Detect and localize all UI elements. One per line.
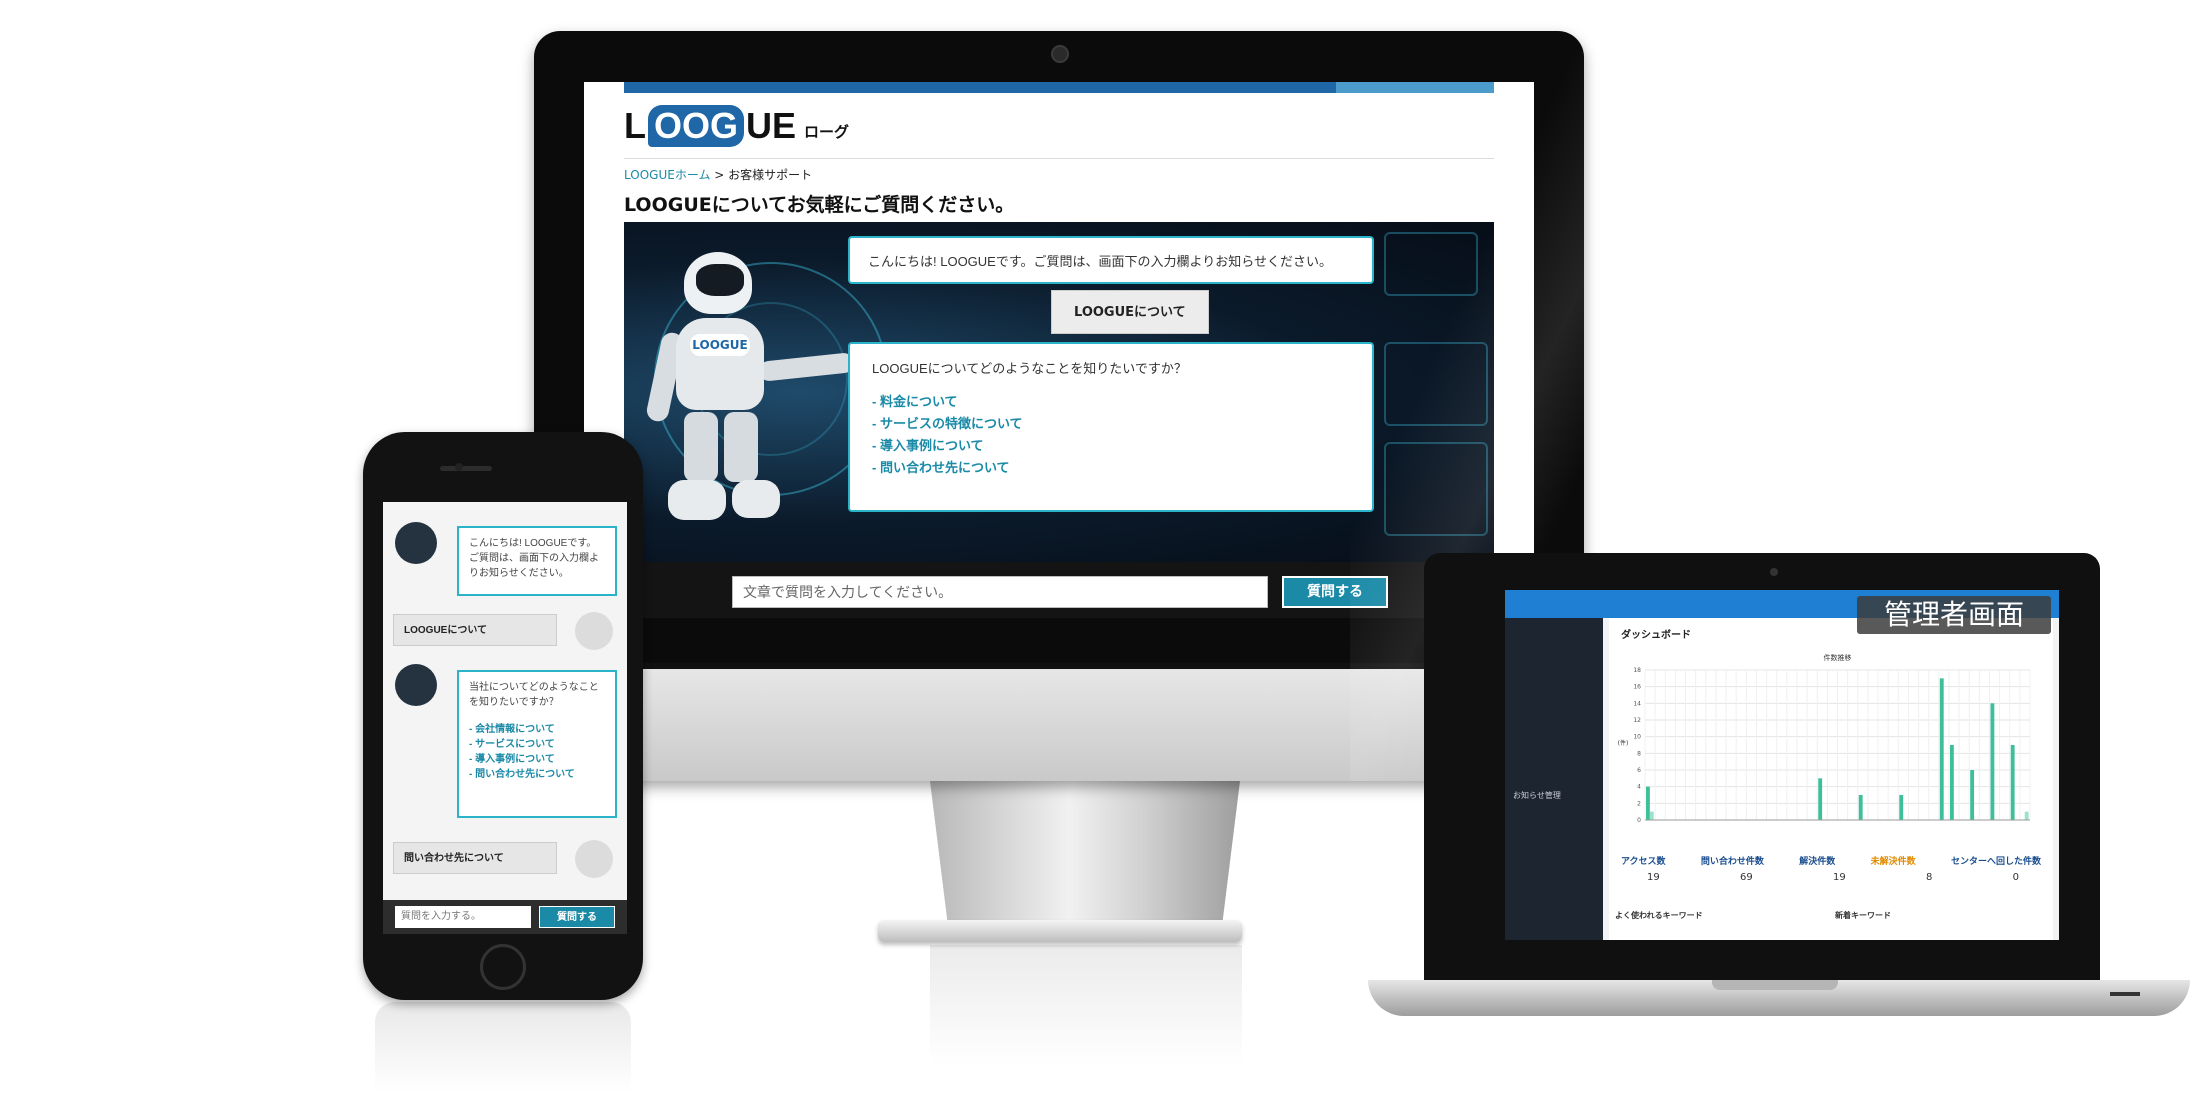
admin-screen-badge: 管理者画面 [1857, 596, 2051, 634]
chart-bar [1818, 778, 1823, 820]
chart-y-tick: 14 [1633, 700, 1641, 707]
user-avatar [575, 612, 613, 650]
chart-y-tick: 0 [1637, 817, 1641, 824]
bot-message: こんにちは! LOOGUEです。ご質問は、画面下の入力欄よりお知らせください。 [848, 236, 1374, 284]
dashboard-title: ダッシュボード [1621, 630, 1691, 641]
phone-user-message: 問い合わせ先について [393, 842, 557, 874]
robot-leg [684, 412, 718, 482]
robot-leg [724, 412, 758, 482]
breadcrumb: LOOGUEホーム > お客様サポート [624, 166, 812, 183]
stat-value-escalated: 0 [2012, 872, 2019, 883]
breadcrumb-home-link[interactable]: LOOGUEホーム [624, 168, 710, 182]
logo-highlight: OOG [648, 105, 745, 147]
phone-option-cases[interactable]: - 導入事例について [469, 752, 605, 767]
logo-subtitle: ローグ [804, 123, 850, 141]
admin-bar-chart: 件数推移 (件) 0 2 4 6 8 10 12 14 16 18 [1618, 653, 2031, 824]
phone-reflection [375, 1002, 631, 1092]
bot-avatar [395, 664, 437, 706]
robot-foot [732, 480, 780, 518]
stats-values: 19 69 19 8 0 [1647, 872, 2019, 883]
option-link-contact[interactable]: - 問い合わせ先について [872, 457, 1350, 476]
phone-bot-message: こんにちは! LOOGUEです。ご質問は、画面下の入力欄よりお知らせください。 [457, 526, 617, 596]
loogue-logo[interactable]: L OOG UE ローグ [624, 100, 849, 152]
chart-bar [1990, 703, 1995, 820]
chart-bar [1649, 811, 1654, 820]
new-keywords-title: 新着キーワード [1835, 911, 1891, 920]
chart-bar [1949, 745, 1954, 820]
chart-bar [1858, 795, 1863, 820]
stat-label-unresolved: 未解決件数 [1870, 857, 1916, 867]
bot-avatar [395, 522, 437, 564]
chart-y-tick: 10 [1633, 734, 1641, 741]
chart-bar [2010, 745, 2015, 820]
imac-reflection [930, 945, 1242, 1065]
breadcrumb-separator: > [714, 168, 725, 182]
chart-bar [1970, 770, 1975, 820]
phone-option-contact[interactable]: - 問い合わせ先について [469, 767, 605, 782]
page-title: LOOGUEについてお気軽にご質問ください。 [624, 194, 1015, 216]
popular-keywords-title: よく使われるキーワード [1615, 911, 1703, 920]
robot-foot [668, 480, 726, 520]
laptop-camera-icon [1770, 568, 1778, 576]
chart-y-tick: 16 [1633, 684, 1641, 691]
phone-home-button[interactable] [480, 944, 526, 990]
phone-option-company[interactable]: - 会社情報について [469, 722, 605, 737]
chart-y-tick: 2 [1637, 800, 1641, 807]
option-link-features[interactable]: - サービスの特徴について [872, 413, 1350, 432]
stat-label-escalated: センターへ回した件数 [1950, 857, 2041, 867]
chart-bar [1939, 678, 1944, 820]
breadcrumb-current: お客様サポート [728, 168, 813, 182]
logo-suffix: UE [746, 105, 797, 146]
laptop-notch [1712, 980, 1838, 990]
admin-sidebar [1505, 618, 1603, 940]
chart-y-tick: 4 [1637, 784, 1641, 791]
phone-bot-question: 当社についてどのようなことを知りたいですか？ [469, 682, 599, 708]
stat-value-resolved: 19 [1832, 872, 1846, 883]
phone-question-input[interactable]: 質問を入力する。 [395, 906, 531, 928]
phone-option-service[interactable]: - サービスについて [469, 737, 605, 752]
chart-y-tick: 8 [1637, 750, 1641, 757]
chart-title: 件数推移 [1824, 653, 1852, 662]
stats-labels: アクセス数 問い合わせ件数 解決件数 未解決件数 センターへ回した件数 [1621, 854, 2041, 867]
stat-label-access: アクセス数 [1621, 857, 1666, 867]
stat-value-access: 19 [1647, 872, 1660, 883]
laptop-indicator [2110, 992, 2140, 996]
user-message: LOOGUEについて [1051, 290, 1209, 334]
chart-bar [2024, 811, 2029, 820]
imac-stand [930, 781, 1240, 931]
stat-value-unresolved: 8 [1925, 872, 1933, 883]
chart-bar [1646, 786, 1650, 820]
imac-camera-icon [1051, 45, 1069, 63]
chart-bar [1899, 795, 1904, 820]
chart-y-tick: 12 [1633, 717, 1641, 724]
robot-visor [696, 264, 744, 296]
chart-y-tick: 6 [1637, 767, 1641, 774]
robot-body [676, 318, 764, 410]
bot-question: LOOGUEについてどのようなことを知りたいですか？ [872, 361, 1187, 376]
phone-screen: こんにちは! LOOGUEです。ご質問は、画面下の入力欄よりお知らせください。 … [383, 502, 627, 934]
phone-send-button[interactable]: 質問する [539, 906, 615, 928]
imac-base [878, 920, 1242, 942]
robot-badge: LOOGUE [690, 334, 750, 356]
phone-bot-message-options: 当社についてどのようなことを知りたいですか？ - 会社情報について - サービス… [457, 670, 617, 818]
phone-user-message: LOOGUEについて [393, 614, 557, 646]
stat-label-resolved: 解決件数 [1799, 857, 1836, 867]
chart-y-label: (件) [1618, 739, 1629, 747]
bot-message-options: LOOGUEについてどのようなことを知りたいですか？ - 料金について - サー… [848, 342, 1374, 512]
admin-screen: お知らせ管理 ダッシュボード 件数推移 (件) 0 2 4 6 8 10 12 14 16 18 アク… [1505, 590, 2059, 940]
sidebar-item-notices[interactable]: お知らせ管理 [1513, 790, 1561, 801]
phone-camera-icon [455, 463, 463, 471]
question-input[interactable]: 文章で質問を入力してください。 [732, 576, 1268, 608]
stat-label-inquiries: 問い合わせ件数 [1700, 857, 1764, 867]
chart-y-tick: 18 [1633, 667, 1641, 674]
option-link-cases[interactable]: - 導入事例について [872, 435, 1350, 454]
stat-value-inquiries: 69 [1739, 872, 1753, 883]
user-avatar [575, 840, 613, 878]
logo-prefix: L [624, 105, 646, 146]
option-link-pricing[interactable]: - 料金について [872, 391, 1350, 410]
phone-speaker [440, 466, 492, 471]
